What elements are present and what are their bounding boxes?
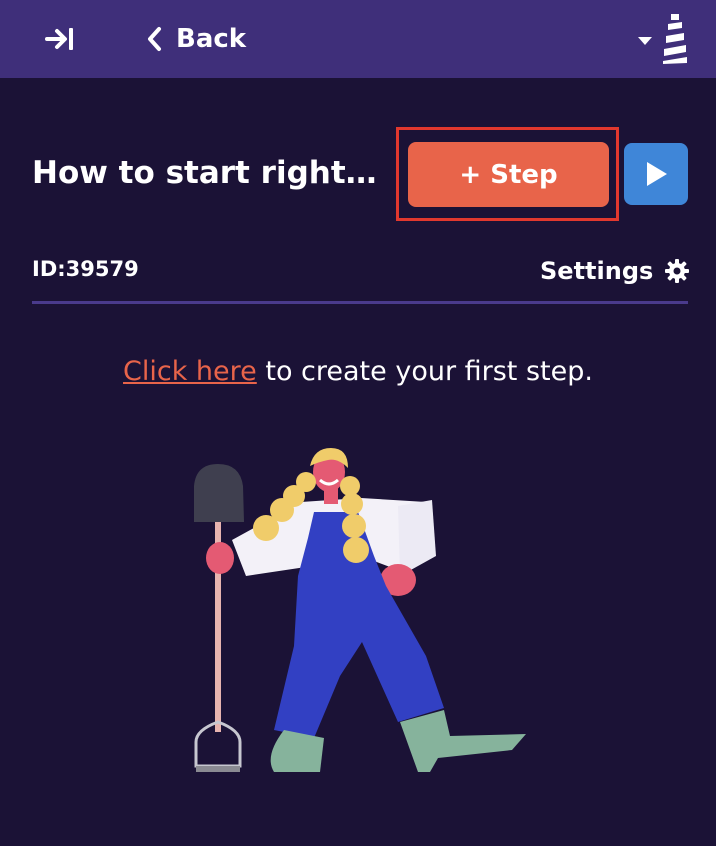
add-step-label: + Step — [459, 159, 558, 190]
guide-id: ID:39579 — [32, 257, 139, 281]
collapse-panel-icon — [45, 28, 73, 50]
header-divider — [32, 301, 688, 304]
chevron-left-icon — [148, 27, 161, 51]
create-first-step-link[interactable]: Click here — [123, 356, 257, 387]
settings-button[interactable]: Settings — [540, 255, 690, 287]
gardener-illustration — [194, 448, 526, 772]
back-label: Back — [176, 24, 247, 54]
lighthouse-logo-icon — [663, 14, 687, 64]
empty-state-text: to create your first step. — [256, 356, 593, 387]
empty-state-message: Click here to create your first step. — [0, 356, 716, 387]
top-bar: Back — [0, 0, 716, 78]
guide-title: How to start right a... — [32, 155, 377, 191]
collapse-panel-button[interactable] — [40, 22, 80, 56]
gear-icon — [665, 259, 690, 283]
add-step-button[interactable]: + Step — [408, 142, 609, 207]
brand-menu[interactable] — [638, 12, 704, 66]
back-button[interactable]: Back — [146, 20, 246, 58]
caret-down-icon — [638, 37, 652, 45]
play-icon — [647, 162, 667, 186]
play-button[interactable] — [624, 143, 688, 205]
settings-label: Settings — [540, 257, 654, 285]
